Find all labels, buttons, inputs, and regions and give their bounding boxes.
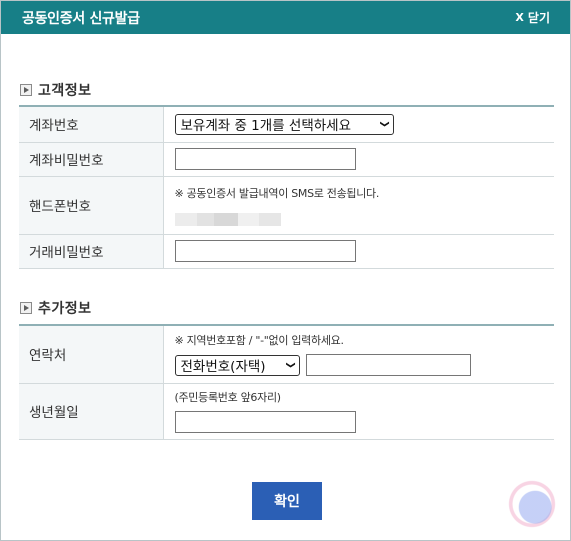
trade-password-input[interactable] bbox=[174, 240, 356, 262]
close-button[interactable]: X 닫기 bbox=[515, 9, 550, 26]
phone-note: ※ 공동인증서 발급내역이 SMS로 전송됩니다. bbox=[174, 186, 380, 200]
row-trade-password: 거래비밀번호 bbox=[19, 234, 554, 268]
extra-info-table: 연락처 ※ 지역번호포함 / "-"없이 입력하세요. 전화번호(자택) ❮ 생… bbox=[19, 324, 554, 440]
contact-note: ※ 지역번호포함 / "-"없이 입력하세요. bbox=[174, 334, 344, 348]
birth-date-input[interactable] bbox=[174, 411, 356, 433]
section-extra-info: 추가정보 bbox=[20, 298, 92, 318]
trade-password-label: 거래비밀번호 bbox=[19, 234, 164, 268]
account-password-label: 계좌비밀번호 bbox=[19, 142, 164, 176]
close-icon: X bbox=[515, 11, 524, 24]
customer-info-table: 계좌번호 보유계좌 중 1개를 선택하세요 ❮ 계좌비밀번호 핸드폰번호 ※ 공… bbox=[19, 105, 554, 269]
phone-number-redacted bbox=[174, 212, 555, 226]
close-label: 닫기 bbox=[527, 11, 550, 25]
row-phone: 핸드폰번호 ※ 공동인증서 발급내역이 SMS로 전송됩니다. bbox=[19, 176, 554, 234]
account-password-input[interactable] bbox=[174, 148, 356, 170]
dialog-titlebar: 공동인증서 신규발급 X 닫기 bbox=[1, 1, 570, 34]
chevron-down-icon: ❮ bbox=[285, 361, 296, 370]
section-arrow-icon bbox=[20, 302, 32, 314]
certificate-dialog: 공동인증서 신규발급 X 닫기 고객정보 계좌번호 보유계좌 중 1개를 선택하… bbox=[0, 0, 571, 541]
watermark-logo bbox=[500, 472, 564, 536]
section-title: 고객정보 bbox=[38, 83, 92, 99]
row-contact: 연락처 ※ 지역번호포함 / "-"없이 입력하세요. 전화번호(자택) ❮ bbox=[19, 325, 554, 383]
account-select-value: 보유계좌 중 1개를 선택하세요 bbox=[180, 118, 352, 135]
account-select[interactable]: 보유계좌 중 1개를 선택하세요 ❮ bbox=[174, 113, 394, 135]
confirm-button[interactable]: 확인 bbox=[252, 482, 322, 520]
chevron-down-icon: ❮ bbox=[379, 120, 390, 129]
phone-label: 핸드폰번호 bbox=[19, 176, 164, 234]
dialog-title: 공동인증서 신규발급 bbox=[22, 10, 140, 27]
section-arrow-icon bbox=[20, 84, 32, 96]
birth-note: (주민등록번호 앞6자리) bbox=[174, 391, 282, 404]
section-customer-info: 고객정보 bbox=[20, 80, 92, 100]
row-account: 계좌번호 보유계좌 중 1개를 선택하세요 ❮ bbox=[19, 106, 554, 142]
row-account-password: 계좌비밀번호 bbox=[19, 142, 554, 176]
account-label: 계좌번호 bbox=[19, 106, 164, 142]
phone-type-select-value: 전화번호(자택) bbox=[180, 359, 266, 376]
contact-number-input[interactable] bbox=[305, 354, 471, 377]
contact-label: 연락처 bbox=[19, 325, 164, 383]
section-title: 추가정보 bbox=[38, 301, 92, 317]
phone-type-select[interactable]: 전화번호(자택) ❮ bbox=[174, 354, 300, 376]
row-birth: 생년월일 (주민등록번호 앞6자리) bbox=[19, 383, 554, 439]
birth-label: 생년월일 bbox=[19, 383, 164, 439]
